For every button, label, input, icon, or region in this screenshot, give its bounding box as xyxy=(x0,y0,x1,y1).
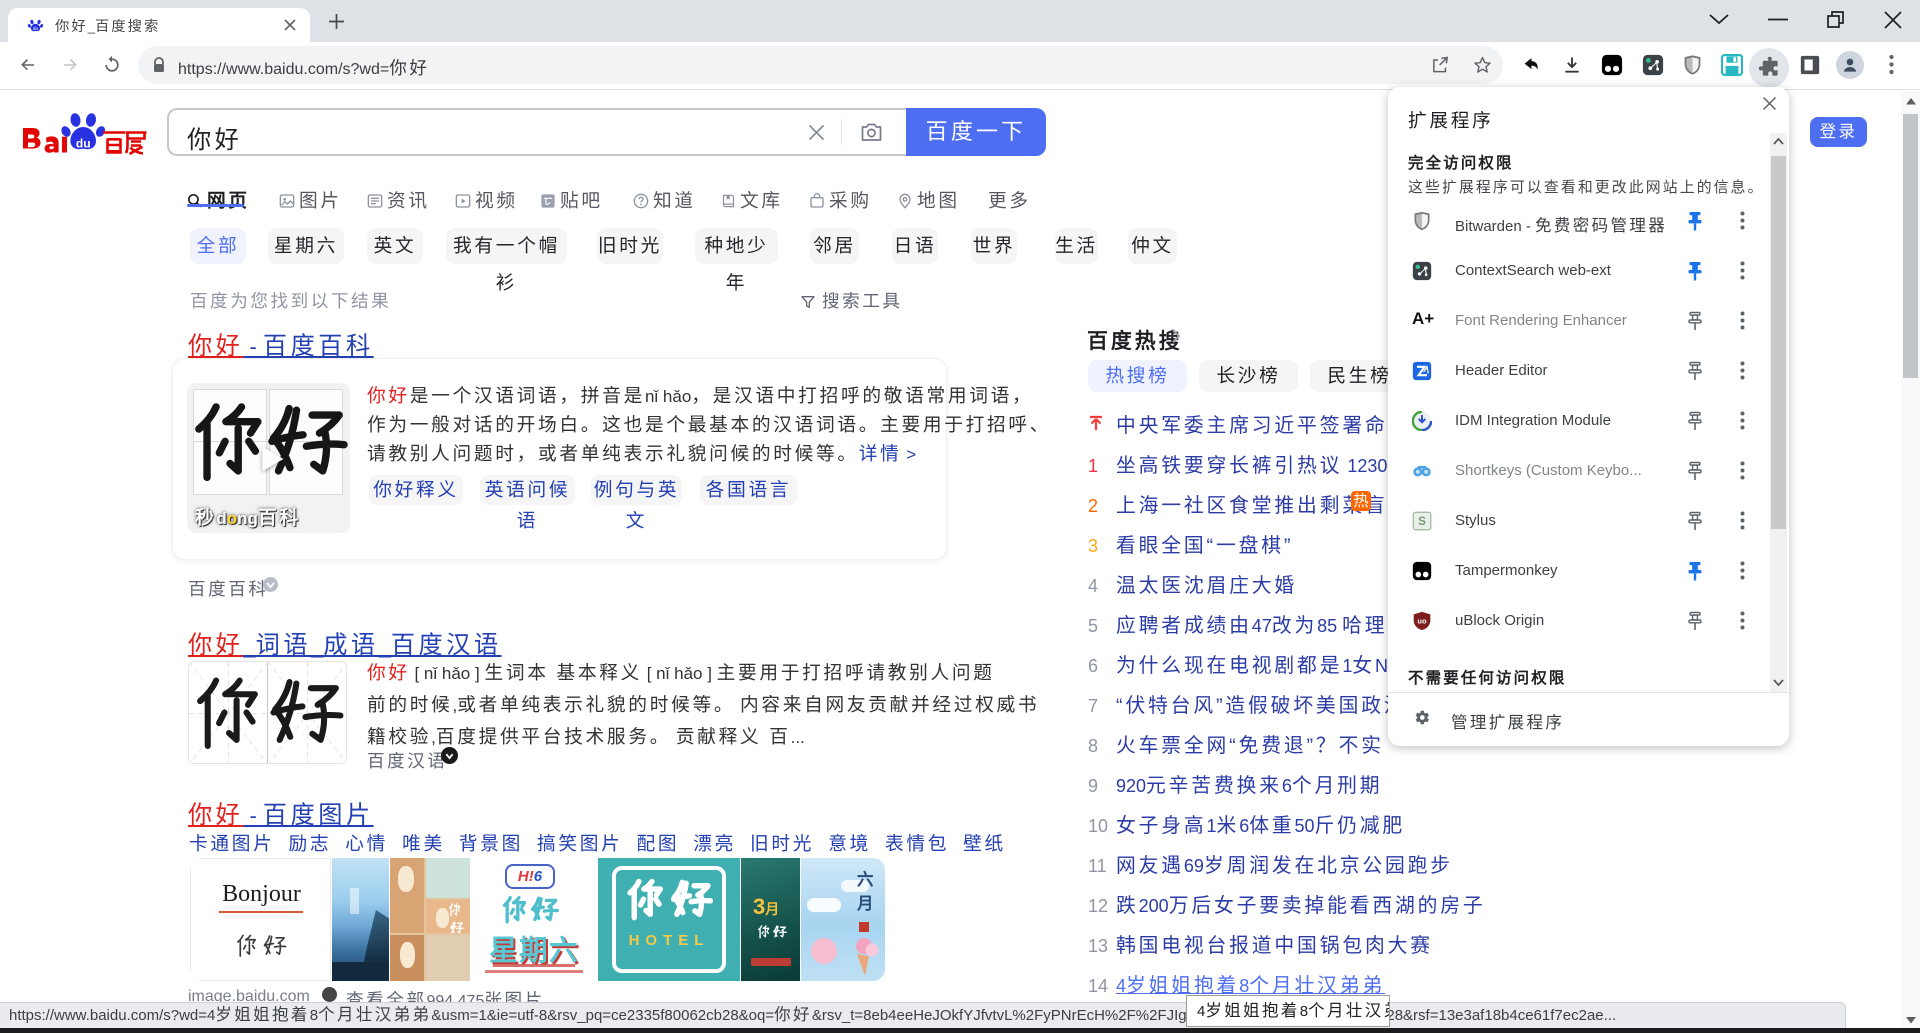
svg-text:uo: uo xyxy=(1417,617,1427,626)
svg-text:S: S xyxy=(1418,515,1426,528)
svg-text:du: du xyxy=(33,26,39,32)
svg-text:du: du xyxy=(76,137,91,151)
